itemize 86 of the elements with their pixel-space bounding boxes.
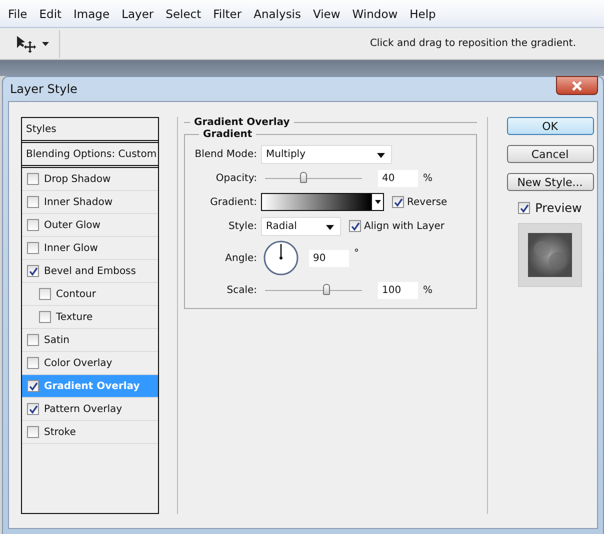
checkbox[interactable] (27, 357, 39, 369)
checkbox[interactable] (27, 265, 39, 277)
checkbox-label: Reverse (407, 196, 448, 208)
close-button[interactable] (556, 76, 598, 95)
style-item[interactable]: Pattern Overlay (22, 398, 158, 421)
caret-icon (374, 200, 380, 204)
dialog-title: Layer Style (9, 82, 78, 96)
field-label: Blend Mode: (194, 148, 257, 160)
style-label: Drop Shadow (44, 174, 111, 184)
field-label: Scale: (226, 284, 257, 296)
style-label: Inner Shadow (44, 196, 113, 208)
checkbox[interactable] (39, 288, 51, 300)
menu-item[interactable]: Help (404, 6, 442, 20)
section-title: Gradient Overlay (193, 117, 291, 128)
field-label: Angle: (224, 252, 257, 264)
menu-item[interactable]: Layer (116, 6, 160, 20)
checkbox-label: Preview (535, 201, 582, 215)
close-icon (571, 80, 583, 90)
gradient-dropdown-button[interactable] (371, 194, 383, 210)
field-label: Opacity: (214, 172, 257, 184)
style-label: Pattern Overlay (44, 404, 122, 414)
opacity-field[interactable]: 40 (378, 170, 418, 186)
list-header[interactable]: Styles (22, 118, 158, 143)
list-header[interactable]: Blending Options: Custom (22, 143, 158, 168)
checkbox[interactable] (27, 380, 39, 392)
style-item[interactable]: Bevel and Emboss (22, 260, 158, 283)
style-label: Outer Glow (44, 220, 100, 230)
caret-icon (42, 42, 49, 46)
group-title: Gradient (202, 129, 254, 140)
slider-thumb[interactable] (323, 284, 330, 294)
checkbox[interactable] (27, 403, 39, 415)
dialog-button[interactable]: OK (506, 117, 594, 135)
checkbox[interactable] (27, 196, 39, 208)
style-label: Color Overlay (44, 358, 112, 368)
unit-label: % (423, 172, 433, 184)
style-item[interactable]: Inner Glow (22, 237, 158, 260)
slider-thumb[interactable] (300, 172, 307, 182)
menu-item[interactable]: Filter (207, 6, 248, 20)
style-dropdown[interactable]: Radial (261, 216, 341, 236)
scale-field[interactable]: 100 (378, 282, 418, 298)
unit-label: % (423, 284, 433, 296)
checkbox[interactable] (27, 219, 39, 231)
menu-item[interactable]: View (307, 6, 346, 20)
style-label: Stroke (44, 426, 76, 438)
style-item[interactable]: Drop Shadow (22, 168, 158, 191)
angle-field[interactable]: 90 (309, 250, 349, 266)
style-label: Satin (44, 334, 70, 346)
checkbox[interactable] (27, 173, 39, 185)
style-label: Inner Glow (44, 242, 98, 254)
blend-mode-dropdown[interactable]: Multiply (261, 144, 392, 164)
checkbox[interactable] (27, 334, 39, 346)
menu-item[interactable]: Image (68, 6, 116, 20)
menu-item[interactable]: Select (160, 6, 208, 20)
style-item[interactable]: Stroke (22, 421, 158, 444)
menu-item[interactable]: Analysis (248, 6, 307, 20)
menu-item[interactable]: Window (346, 6, 404, 20)
hint-text: Click and drag to reposition the gradient. (370, 38, 576, 49)
field-label: Style: (228, 220, 257, 232)
checkbox[interactable] (349, 220, 361, 232)
checkbox[interactable] (39, 311, 51, 323)
style-label: Gradient Overlay (44, 380, 140, 392)
checkbox[interactable] (392, 196, 404, 208)
style-item[interactable]: Inner Shadow (22, 191, 158, 214)
menu-item[interactable]: Edit (33, 6, 68, 20)
preview-swatch-drawing (528, 233, 572, 277)
style-item[interactable]: Contour (22, 283, 158, 306)
menu-item[interactable]: File (2, 6, 34, 20)
style-label: Contour (56, 288, 96, 300)
checkbox[interactable] (27, 242, 39, 254)
dialog-button[interactable]: Cancel (506, 145, 594, 163)
style-label: Texture (56, 312, 93, 322)
style-label: Bevel and Emboss (44, 266, 136, 276)
caret-icon (377, 152, 385, 158)
dialog-button[interactable]: New Style... (506, 173, 594, 191)
checkbox-label: Align with Layer (364, 220, 445, 232)
checkbox[interactable] (518, 202, 530, 214)
caret-icon (326, 224, 334, 230)
style-item[interactable]: Satin (22, 329, 158, 352)
unit-label: ° (354, 248, 359, 259)
field-label: Gradient: (209, 196, 257, 208)
style-item[interactable]: Outer Glow (22, 214, 158, 237)
gradient-picker[interactable] (261, 193, 384, 211)
move-tool-icon (16, 34, 36, 52)
angle-dial[interactable] (263, 240, 299, 276)
checkbox[interactable] (27, 426, 39, 438)
style-item[interactable]: Texture (22, 306, 158, 329)
